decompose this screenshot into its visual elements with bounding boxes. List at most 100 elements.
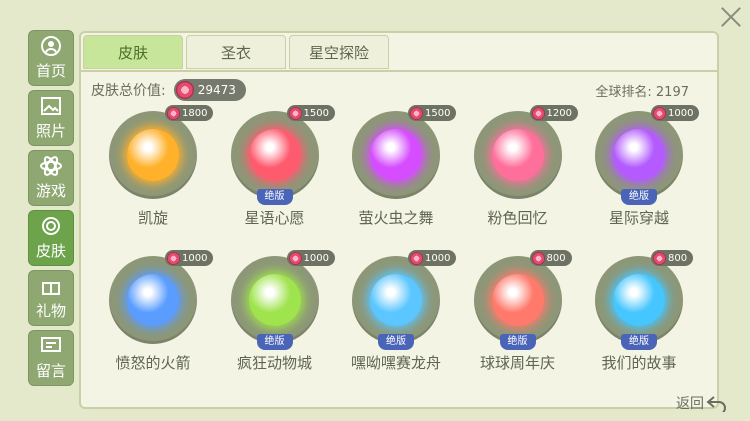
limited-badge: 绝版 xyxy=(621,189,657,205)
skin-orb xyxy=(248,274,301,326)
skin-plate xyxy=(473,111,562,199)
candy-icon xyxy=(175,81,194,99)
sidebar-item-skins[interactable]: 皮肤 xyxy=(28,210,74,266)
skin-card[interactable]: 1800 凯旋 xyxy=(93,105,214,255)
candy-icon xyxy=(410,106,423,120)
skin-name: 疯狂动物城 xyxy=(236,354,312,372)
tab-divider xyxy=(81,70,717,72)
candy-icon xyxy=(410,251,423,265)
sidebar: 首页 照片 游戏 皮肤 礼物 留言 xyxy=(28,30,76,390)
global-ranking: 全球排名: 2197 xyxy=(595,85,689,100)
sidebar-item-messages[interactable]: 留言 xyxy=(28,330,74,386)
skin-name: 萤火虫之舞 xyxy=(358,209,434,227)
skin-panel: 皮肤 圣衣 星空探险 皮肤总价值: 29473 全球排名: 2197 1800 凯… xyxy=(79,31,719,409)
sidebar-item-label: 留言 xyxy=(35,362,66,380)
skin-price: 1000 xyxy=(408,250,457,266)
skin-price-value: 1000 xyxy=(668,107,694,119)
limited-badge: 绝版 xyxy=(378,334,414,350)
skin-name: 我们的故事 xyxy=(601,354,677,372)
skin-name: 愤怒的火箭 xyxy=(115,354,191,372)
sidebar-item-gifts[interactable]: 礼物 xyxy=(28,270,74,326)
sidebar-item-label: 礼物 xyxy=(35,302,66,320)
skin-plate xyxy=(595,111,683,199)
candy-icon xyxy=(653,251,666,265)
skin-name: 粉色回忆 xyxy=(487,209,548,227)
skin-price-value: 1000 xyxy=(303,252,329,264)
candy-icon xyxy=(288,106,302,120)
gift-icon xyxy=(42,282,60,295)
skin-name: 球球周年庆 xyxy=(479,354,555,372)
skin-price-value: 1200 xyxy=(546,107,572,119)
skin-name: 凯旋 xyxy=(137,209,168,227)
skin-orb xyxy=(248,129,301,181)
back-button[interactable]: 返回 xyxy=(676,393,728,413)
skin-orb xyxy=(613,274,665,326)
skin-card[interactable]: 1000 绝版 嘿呦嘿赛龙舟 xyxy=(336,250,457,400)
candy-icon xyxy=(167,251,180,265)
skin-total-value: 皮肤总价值: 29473 xyxy=(91,79,246,101)
skin-price: 1500 xyxy=(408,105,457,121)
skin-plate xyxy=(352,256,440,344)
skin-card[interactable]: 1200 粉色回忆 xyxy=(458,105,578,255)
sidebar-item-label: 皮肤 xyxy=(35,242,66,260)
skin-card[interactable]: 1500 萤火虫之舞 xyxy=(336,105,457,255)
atom-icon xyxy=(40,156,62,176)
skin-plate xyxy=(230,256,319,344)
skin-price-value: 1000 xyxy=(182,252,208,264)
sidebar-item-label: 照片 xyxy=(35,122,66,140)
skin-price: 1500 xyxy=(286,105,335,121)
skin-price: 800 xyxy=(529,250,572,266)
skin-price: 1000 xyxy=(651,105,700,121)
skin-card[interactable]: 800 绝版我们的故事 xyxy=(579,250,699,400)
skin-orb xyxy=(491,129,544,181)
limited-badge: 绝版 xyxy=(499,334,536,350)
skin-card[interactable]: 1000 绝版疯狂动物城 xyxy=(215,250,335,400)
message-icon xyxy=(41,337,61,352)
sidebar-item-home[interactable]: 首页 xyxy=(28,30,74,86)
limited-badge: 绝版 xyxy=(256,334,293,350)
candy-icon xyxy=(531,106,545,120)
skin-price-value: 800 xyxy=(668,252,688,264)
tabs: 皮肤 圣衣 星空探险 xyxy=(83,35,392,69)
skin-card[interactable]: 1000 绝版星际穿越 xyxy=(579,105,700,255)
skin-orb xyxy=(491,274,544,326)
limited-badge: 绝版 xyxy=(621,334,657,350)
candy-icon xyxy=(167,106,180,120)
skin-orb xyxy=(127,274,179,326)
skin-price-value: 1000 xyxy=(425,252,451,264)
back-label: 返回 xyxy=(676,396,704,412)
tab-armor[interactable]: 圣衣 xyxy=(186,35,286,69)
skin-total-label: 皮肤总价值: xyxy=(91,83,166,99)
skin-card[interactable]: 1500 绝版星语心愿 xyxy=(215,105,335,255)
skin-orb xyxy=(370,129,422,181)
skin-price-value: 1500 xyxy=(303,107,329,119)
skin-price: 1000 xyxy=(165,250,214,266)
skin-card[interactable]: 1000 愤怒的火箭 xyxy=(93,250,214,400)
skin-grid: 1800 凯旋 1500 绝版 星语心愿 1500 萤火虫之舞 1200 粉色回忆 1000 绝版星… xyxy=(93,105,707,404)
candy-icon xyxy=(653,106,666,120)
skin-name: 星际穿越 xyxy=(608,209,669,227)
skin-name: 星语心愿 xyxy=(244,209,305,227)
skin-plate xyxy=(595,256,683,344)
close-button[interactable] xyxy=(718,4,744,30)
limited-badge: 绝版 xyxy=(256,189,293,205)
skin-card[interactable]: 800 绝版球球周年庆 xyxy=(458,250,578,400)
home-icon xyxy=(41,36,61,56)
sidebar-item-label: 游戏 xyxy=(35,182,66,200)
skin-plate xyxy=(230,111,319,199)
sidebar-item-label: 首页 xyxy=(35,62,66,80)
skin-price: 1000 xyxy=(286,250,335,266)
skin-price: 800 xyxy=(651,250,694,266)
tab-skins[interactable]: 皮肤 xyxy=(83,35,183,69)
skin-price-value: 1500 xyxy=(425,107,451,119)
sidebar-item-games[interactable]: 游戏 xyxy=(28,150,74,206)
sidebar-item-photos[interactable]: 照片 xyxy=(28,90,74,146)
skin-price-value: 1800 xyxy=(182,107,208,119)
candy-icon xyxy=(531,251,545,265)
skin-plate xyxy=(352,111,440,199)
skin-price: 1800 xyxy=(165,105,214,121)
back-arrow-icon xyxy=(706,396,726,412)
skin-price-value: 800 xyxy=(546,252,566,264)
skin-plate xyxy=(109,111,197,199)
tab-star-exploration[interactable]: 星空探险 xyxy=(289,35,389,69)
